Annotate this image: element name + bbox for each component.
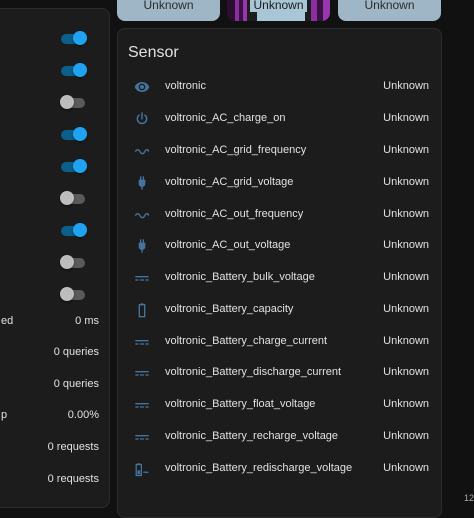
stat-label: ed	[1, 315, 14, 327]
stat-value: 0 queries	[53, 346, 99, 358]
sensor-row[interactable]: voltronic Unknown	[118, 71, 441, 103]
sensor-name: voltronic_AC_out_frequency	[165, 208, 304, 220]
entity-toggle[interactable]	[61, 63, 87, 77]
sensor-state: Unknown	[383, 271, 429, 283]
unknown-button-2[interactable]: Unknown	[227, 0, 330, 21]
eye-icon	[132, 77, 152, 97]
stat-value: 0 requests	[47, 473, 99, 485]
card-title: Sensor	[128, 44, 179, 61]
sensor-name: voltronic_Battery_capacity	[165, 303, 294, 315]
sine-wave-icon	[132, 141, 152, 161]
sensor-state: Unknown	[383, 335, 429, 347]
current-dc-icon	[132, 332, 152, 352]
entity-toggle[interactable]	[60, 191, 85, 205]
entity-toggle[interactable]	[61, 159, 87, 173]
current-dc-icon	[132, 363, 152, 383]
sensor-state: Unknown	[383, 144, 429, 156]
sensor-row[interactable]: voltronic_AC_grid_frequency Unknown	[118, 135, 441, 167]
entity-toggle[interactable]	[61, 127, 87, 141]
sensor-row[interactable]: voltronic_Battery_capacity Unknown	[118, 294, 441, 326]
sensor-name: voltronic_Battery_redischarge_voltage	[165, 462, 353, 474]
sensor-name: voltronic_Battery_float_voltage	[165, 398, 316, 410]
sensor-row[interactable]: voltronic_Battery_bulk_voltage Unknown	[118, 262, 441, 294]
sensor-state: Unknown	[383, 303, 429, 315]
sensor-state: Unknown	[383, 430, 429, 442]
power-icon	[132, 109, 152, 129]
current-dc-icon	[132, 395, 152, 415]
sensor-row[interactable]: voltronic_AC_out_frequency Unknown	[118, 199, 441, 231]
sensor-row[interactable]: voltronic_Battery_recharge_voltage Unkno…	[118, 421, 441, 453]
button-label: Unknown	[250, 0, 307, 12]
sensor-card: Sensor voltronic Unknown voltronic_AC_ch…	[117, 28, 442, 518]
sensor-row[interactable]: voltronic_Battery_discharge_current Unkn…	[118, 357, 441, 389]
stat-value: 0 queries	[53, 378, 99, 390]
entity-toggle[interactable]	[60, 287, 85, 301]
entity-toggle[interactable]	[60, 255, 85, 269]
current-dc-icon	[132, 268, 152, 288]
sensor-name: voltronic_Battery_discharge_current	[165, 366, 342, 378]
sensor-name: voltronic	[165, 80, 206, 92]
sensor-row[interactable]: voltronic_Battery_charge_current Unknown	[118, 326, 441, 358]
stat-value: 0 ms	[75, 315, 99, 327]
sensor-name: voltronic_Battery_recharge_voltage	[165, 430, 339, 442]
sensor-name: voltronic_Battery_bulk_voltage	[165, 271, 315, 283]
unknown-button-3[interactable]: Unknown	[338, 0, 441, 21]
battery-outline-icon	[132, 300, 152, 320]
current-dc-icon	[132, 427, 152, 447]
sensor-row[interactable]: voltronic_Battery_float_voltage Unknown	[118, 389, 441, 421]
sensor-state: Unknown	[383, 112, 429, 124]
sensor-row[interactable]: voltronic_AC_out_voltage Unknown	[118, 230, 441, 262]
sensor-name: voltronic_AC_charge_on	[165, 112, 286, 124]
stat-label: p	[1, 409, 8, 421]
stat-value: 0.00%	[67, 409, 99, 421]
unknown-button-1[interactable]: Unknown	[117, 0, 220, 21]
sensor-state: Unknown	[383, 398, 429, 410]
sine-wave-icon	[132, 205, 152, 225]
sensor-state: Unknown	[383, 239, 429, 251]
sensor-row[interactable]: voltronic_AC_charge_on Unknown	[118, 103, 441, 135]
sensor-state: Unknown	[383, 80, 429, 92]
left-entities-card: ed 0 ms 0 queries 0 queries p 0.00% 0 re…	[0, 8, 110, 508]
sensor-row[interactable]: voltronic_AC_grid_voltage Unknown	[118, 167, 441, 199]
entity-toggle[interactable]	[60, 95, 85, 109]
entity-toggle[interactable]	[61, 31, 87, 45]
power-plug-icon	[132, 236, 152, 256]
sensor-state: Unknown	[383, 208, 429, 220]
stat-value: 0 requests	[47, 441, 99, 453]
sensor-name: voltronic_AC_out_voltage	[165, 239, 291, 251]
power-plug-icon	[132, 173, 152, 193]
corner-number: 12	[463, 493, 474, 503]
sensor-name: voltronic_AC_grid_frequency	[165, 144, 307, 156]
sensor-name: voltronic_AC_grid_voltage	[165, 176, 294, 188]
sensor-state: Unknown	[383, 366, 429, 378]
sensor-name: voltronic_Battery_charge_current	[165, 335, 328, 347]
entity-toggle[interactable]	[61, 223, 87, 237]
battery-minus-icon	[132, 459, 152, 479]
sensor-state: Unknown	[383, 462, 429, 474]
sensor-row[interactable]: voltronic_Battery_redischarge_voltage Un…	[118, 453, 441, 485]
sensor-state: Unknown	[383, 176, 429, 188]
